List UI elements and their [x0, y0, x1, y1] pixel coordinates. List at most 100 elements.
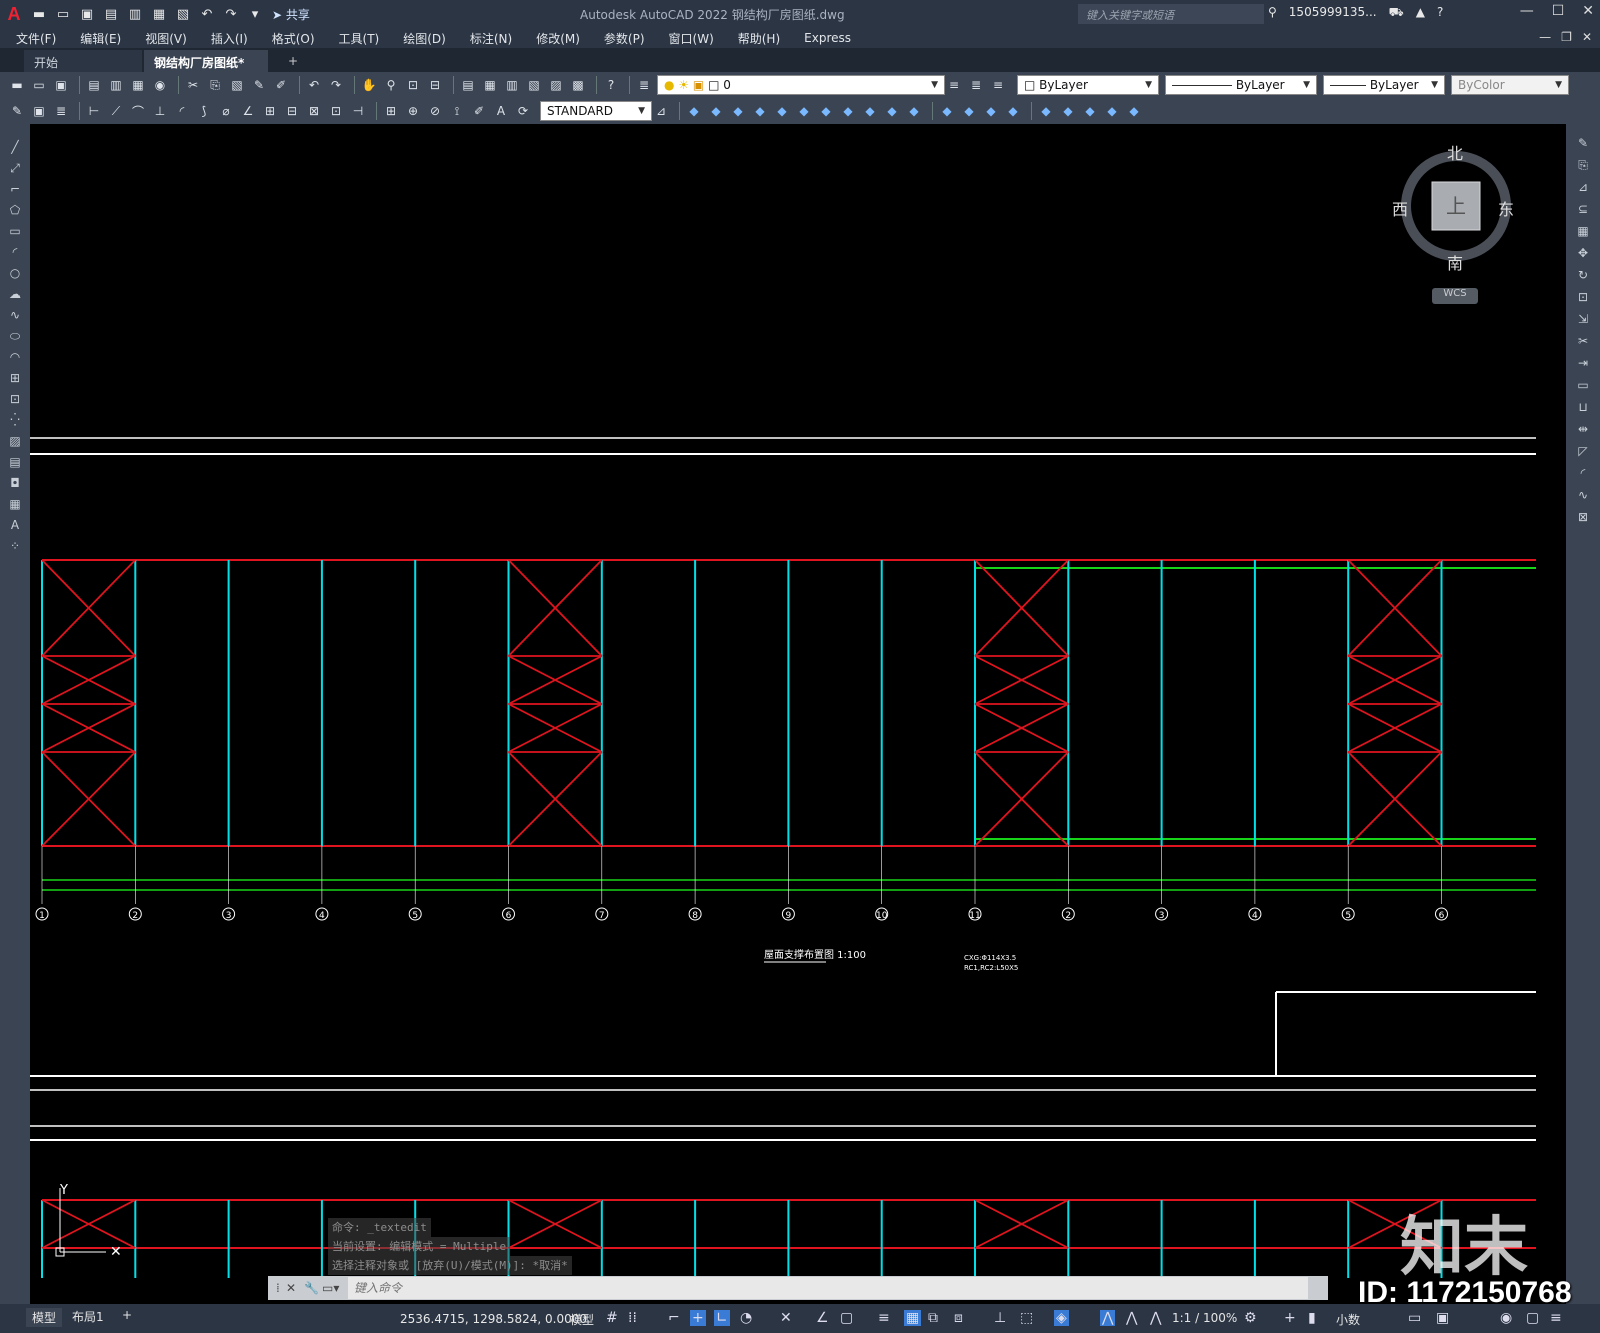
break-icon[interactable]: ⊣ [349, 102, 367, 120]
tolerance-icon[interactable]: ⊞ [382, 102, 400, 120]
join-icon[interactable]: ⇹ [1575, 422, 1591, 438]
markup-icon[interactable]: ▨ [547, 76, 565, 94]
cut-icon[interactable]: ✂ [184, 76, 202, 94]
doc-close-button[interactable]: ✕ [1582, 30, 1592, 44]
tool-palettes-icon[interactable]: ▥ [503, 76, 521, 94]
chamfer-icon[interactable]: ◸ [1575, 444, 1591, 460]
multiline-text-icon[interactable]: A [7, 518, 23, 534]
circle-icon[interactable]: ○ [7, 266, 23, 282]
layer-dropdown[interactable]: ● ☀ ▣ □ 0 ▼ [657, 75, 945, 95]
ellipse-icon[interactable]: ⬭ [7, 329, 23, 345]
model-space-toggle[interactable]: 模型 [570, 1311, 594, 1328]
workspace-gear-icon[interactable]: ⚙ [1244, 1310, 1257, 1326]
autodesk-app-icon[interactable]: ▲ [1416, 5, 1425, 21]
preview-icon[interactable]: ▥ [107, 76, 125, 94]
extract-edges-icon[interactable]: ◆ [1004, 102, 1022, 120]
customize-icon[interactable]: 🔧 [304, 1281, 319, 1295]
gizmo-icon[interactable]: ◈ [1054, 1310, 1069, 1326]
layer-walk-icon[interactable]: ≣ [52, 102, 70, 120]
annotation-scale-value[interactable]: 1:1 / 100% [1172, 1311, 1237, 1325]
gradient-icon[interactable]: ▤ [7, 455, 23, 471]
menu-format[interactable]: 格式(O) [272, 30, 315, 47]
quick-properties-icon[interactable]: ▭ [1408, 1310, 1421, 1326]
extend-icon[interactable]: ◆ [905, 102, 923, 120]
undo-icon[interactable]: ↶ [305, 76, 323, 94]
zoom-previous-icon[interactable]: ⊟ [426, 76, 444, 94]
add-selected-icon[interactable]: ⁘ [7, 539, 23, 555]
units-value[interactable]: 小数 [1336, 1311, 1360, 1328]
annotation-scale-icon[interactable]: ⋀ [1150, 1310, 1161, 1326]
redo-icon[interactable]: ↷ [220, 4, 242, 24]
move-icon[interactable]: ◆ [795, 102, 813, 120]
extend-icon[interactable]: ⇥ [1575, 356, 1591, 372]
menu-view[interactable]: 视图(V) [145, 30, 187, 47]
break-icon[interactable]: ⊔ [1575, 400, 1591, 416]
dimension-text-edit-icon[interactable]: A [492, 102, 510, 120]
fillet-icon[interactable]: ◜ [1575, 466, 1591, 482]
color-dropdown[interactable]: □ ByLayer ▼ [1017, 75, 1159, 95]
grid-icon[interactable]: # [606, 1310, 618, 1326]
match-properties-icon[interactable]: ✎ [250, 76, 268, 94]
3d-print-icon[interactable]: ◉ [151, 76, 169, 94]
open-web-icon[interactable]: ▥ [124, 4, 146, 24]
lock-ui-icon[interactable]: ▣ [1436, 1310, 1449, 1326]
point-icon[interactable]: ⁛ [7, 413, 23, 429]
copy-object-icon[interactable]: ◆ [707, 102, 725, 120]
dynamic-ucs-icon[interactable]: ⊥ [994, 1310, 1006, 1326]
maximize-button[interactable]: ☐ [1552, 3, 1565, 19]
line-icon[interactable]: ╱ [7, 140, 23, 156]
selection-filter-icon[interactable]: ⬚ [1020, 1310, 1033, 1326]
auto-scale-icon[interactable]: ⋀ [1126, 1310, 1137, 1326]
sheet-set-icon[interactable]: ▧ [525, 76, 543, 94]
layer-properties-icon[interactable]: ≣ [635, 76, 653, 94]
hatch-icon[interactable]: ▨ [7, 434, 23, 450]
rotate-icon[interactable]: ↻ [1575, 268, 1591, 284]
dimension-edit-icon[interactable]: ✐ [470, 102, 488, 120]
construction-line-icon[interactable]: ⤢ [7, 161, 23, 177]
tab-start[interactable]: 开始 [24, 50, 142, 72]
add-layout-button[interactable]: + [122, 1308, 132, 1322]
plot-icon[interactable]: ▧ [172, 4, 194, 24]
units-icon[interactable]: ▮ [1308, 1310, 1316, 1326]
open-icon[interactable]: ▭ [30, 76, 48, 94]
wcs-menu[interactable]: WCS [1432, 288, 1478, 304]
table-icon[interactable]: ▦ [7, 497, 23, 513]
import-icon[interactable]: ▣ [30, 102, 48, 120]
center-mark-icon[interactable]: ⊕ [404, 102, 422, 120]
menu-file[interactable]: 文件(F) [16, 30, 56, 47]
array-icon[interactable]: ▦ [1575, 224, 1591, 240]
doc-restore-button[interactable]: ❐ [1561, 30, 1572, 44]
arc-length-icon[interactable]: ⌒ [129, 102, 147, 120]
save-as-icon[interactable]: ▤ [100, 4, 122, 24]
menu-dimension[interactable]: 标注(N) [470, 30, 512, 47]
tab-model[interactable]: 模型 [26, 1308, 63, 1327]
shell-icon[interactable]: ◆ [1037, 102, 1055, 120]
calculator-icon[interactable]: ▩ [569, 76, 587, 94]
share-button[interactable]: ➤ 共享 [272, 6, 310, 23]
save-web-icon[interactable]: ▦ [148, 4, 170, 24]
explode-icon[interactable]: ⊠ [1575, 510, 1591, 526]
scale-icon[interactable]: ◆ [839, 102, 857, 120]
zoom-realtime-icon[interactable]: ⚲ [382, 76, 400, 94]
dimension-update-icon[interactable]: ⟳ [514, 102, 532, 120]
properties-icon[interactable]: ▤ [459, 76, 477, 94]
close-command-icon[interactable]: ✕ [286, 1281, 296, 1295]
paste-icon[interactable]: ▧ [228, 76, 246, 94]
pan-icon[interactable]: ✋ [360, 76, 378, 94]
help-icon[interactable]: ? [602, 76, 620, 94]
solid-subtract-icon[interactable]: ◆ [960, 102, 978, 120]
diameter-icon[interactable]: ⌀ [217, 102, 235, 120]
menu-edit[interactable]: 编辑(E) [80, 30, 121, 47]
imprint-icon[interactable]: ◆ [1125, 102, 1143, 120]
zoom-window-icon[interactable]: ⊡ [404, 76, 422, 94]
viewcube-south[interactable]: 南 [1447, 250, 1463, 274]
solid-intersect-icon[interactable]: ◆ [982, 102, 1000, 120]
tab-current-drawing[interactable]: 钢结构厂房图纸* ✕ [144, 50, 268, 85]
continue-icon[interactable]: ⊠ [305, 102, 323, 120]
solid-union-icon[interactable]: ◆ [938, 102, 956, 120]
ellipse-arc-icon[interactable]: ◠ [7, 350, 23, 366]
viewcube[interactable]: 北 南 东 西 上 WCS [1392, 144, 1518, 320]
inspect-icon[interactable]: ⊘ [426, 102, 444, 120]
dynamic-input-icon[interactable]: + [690, 1310, 706, 1326]
polyline-icon[interactable]: ⌐ [7, 182, 23, 198]
